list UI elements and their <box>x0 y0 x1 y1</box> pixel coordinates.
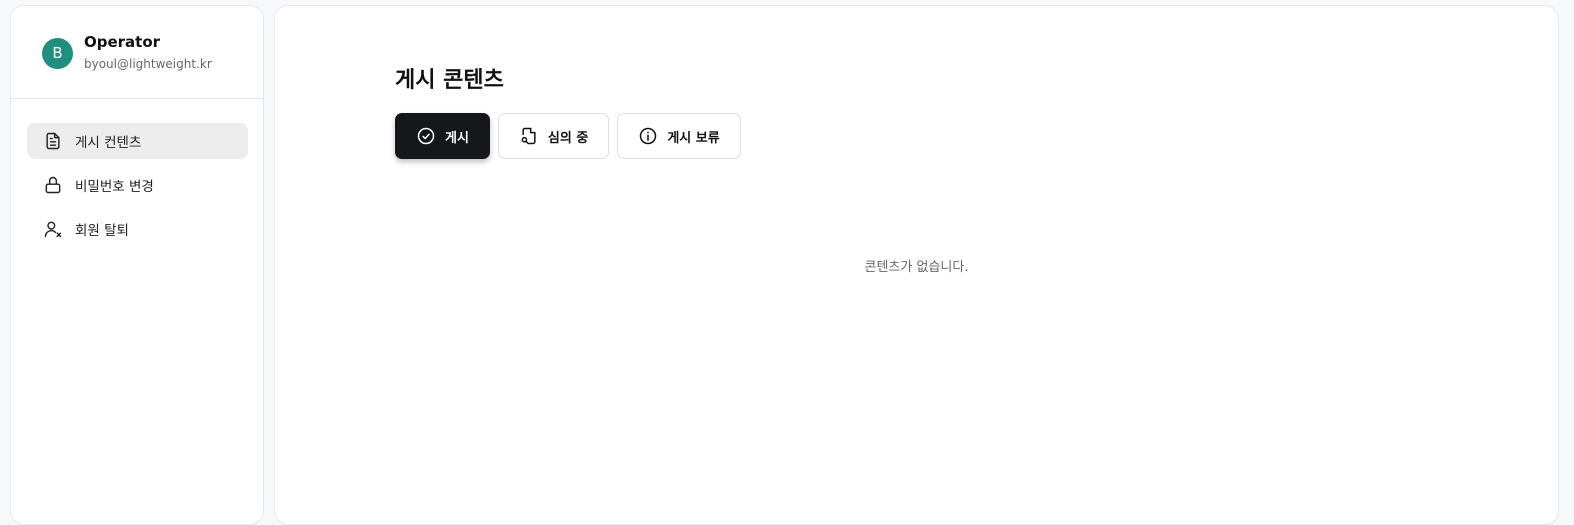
profile-header: B Operator byoul@lightweight.kr <box>11 6 263 99</box>
sidebar-item-withdraw[interactable]: 회원 탈퇴 <box>27 211 248 247</box>
file-search-icon <box>519 126 539 146</box>
empty-state-message: 콘텐츠가 없습니다. <box>864 260 969 275</box>
tab-on-hold[interactable]: 게시 보류 <box>617 113 741 159</box>
tab-label: 심의 중 <box>547 130 589 146</box>
sidebar-item-label: 게시 컨텐츠 <box>75 135 142 151</box>
sidebar-item-posted-content[interactable]: 게시 컨텐츠 <box>27 123 248 159</box>
info-circle-icon <box>638 126 658 146</box>
status-tabs: 게시 심의 중 게시 보류 <box>395 113 741 159</box>
tab-posted[interactable]: 게시 <box>395 113 490 159</box>
sidebar-item-label: 회원 탈퇴 <box>75 223 129 239</box>
lock-icon <box>43 175 63 195</box>
sidebar: B Operator byoul@lightweight.kr 게시 컨텐츠 비… <box>10 5 264 525</box>
user-remove-icon <box>43 219 63 239</box>
tab-label: 게시 보류 <box>667 130 720 146</box>
sidebar-nav: 게시 컨텐츠 비밀번호 변경 회원 탈퇴 <box>27 123 248 255</box>
tab-label: 게시 <box>445 130 469 146</box>
page-title: 게시 콘텐츠 <box>395 68 504 93</box>
document-icon <box>43 131 63 151</box>
sidebar-item-change-password[interactable]: 비밀번호 변경 <box>27 167 248 203</box>
sidebar-item-label: 비밀번호 변경 <box>75 179 154 195</box>
user-name: Operator <box>84 33 161 51</box>
check-circle-icon <box>416 126 436 146</box>
user-email: byoul@lightweight.kr <box>84 57 212 71</box>
avatar: B <box>42 38 73 69</box>
tab-under-review[interactable]: 심의 중 <box>497 113 610 159</box>
main-panel: 게시 콘텐츠 게시 심의 중 게시 보류 콘텐츠가 없습니다. <box>274 5 1559 525</box>
